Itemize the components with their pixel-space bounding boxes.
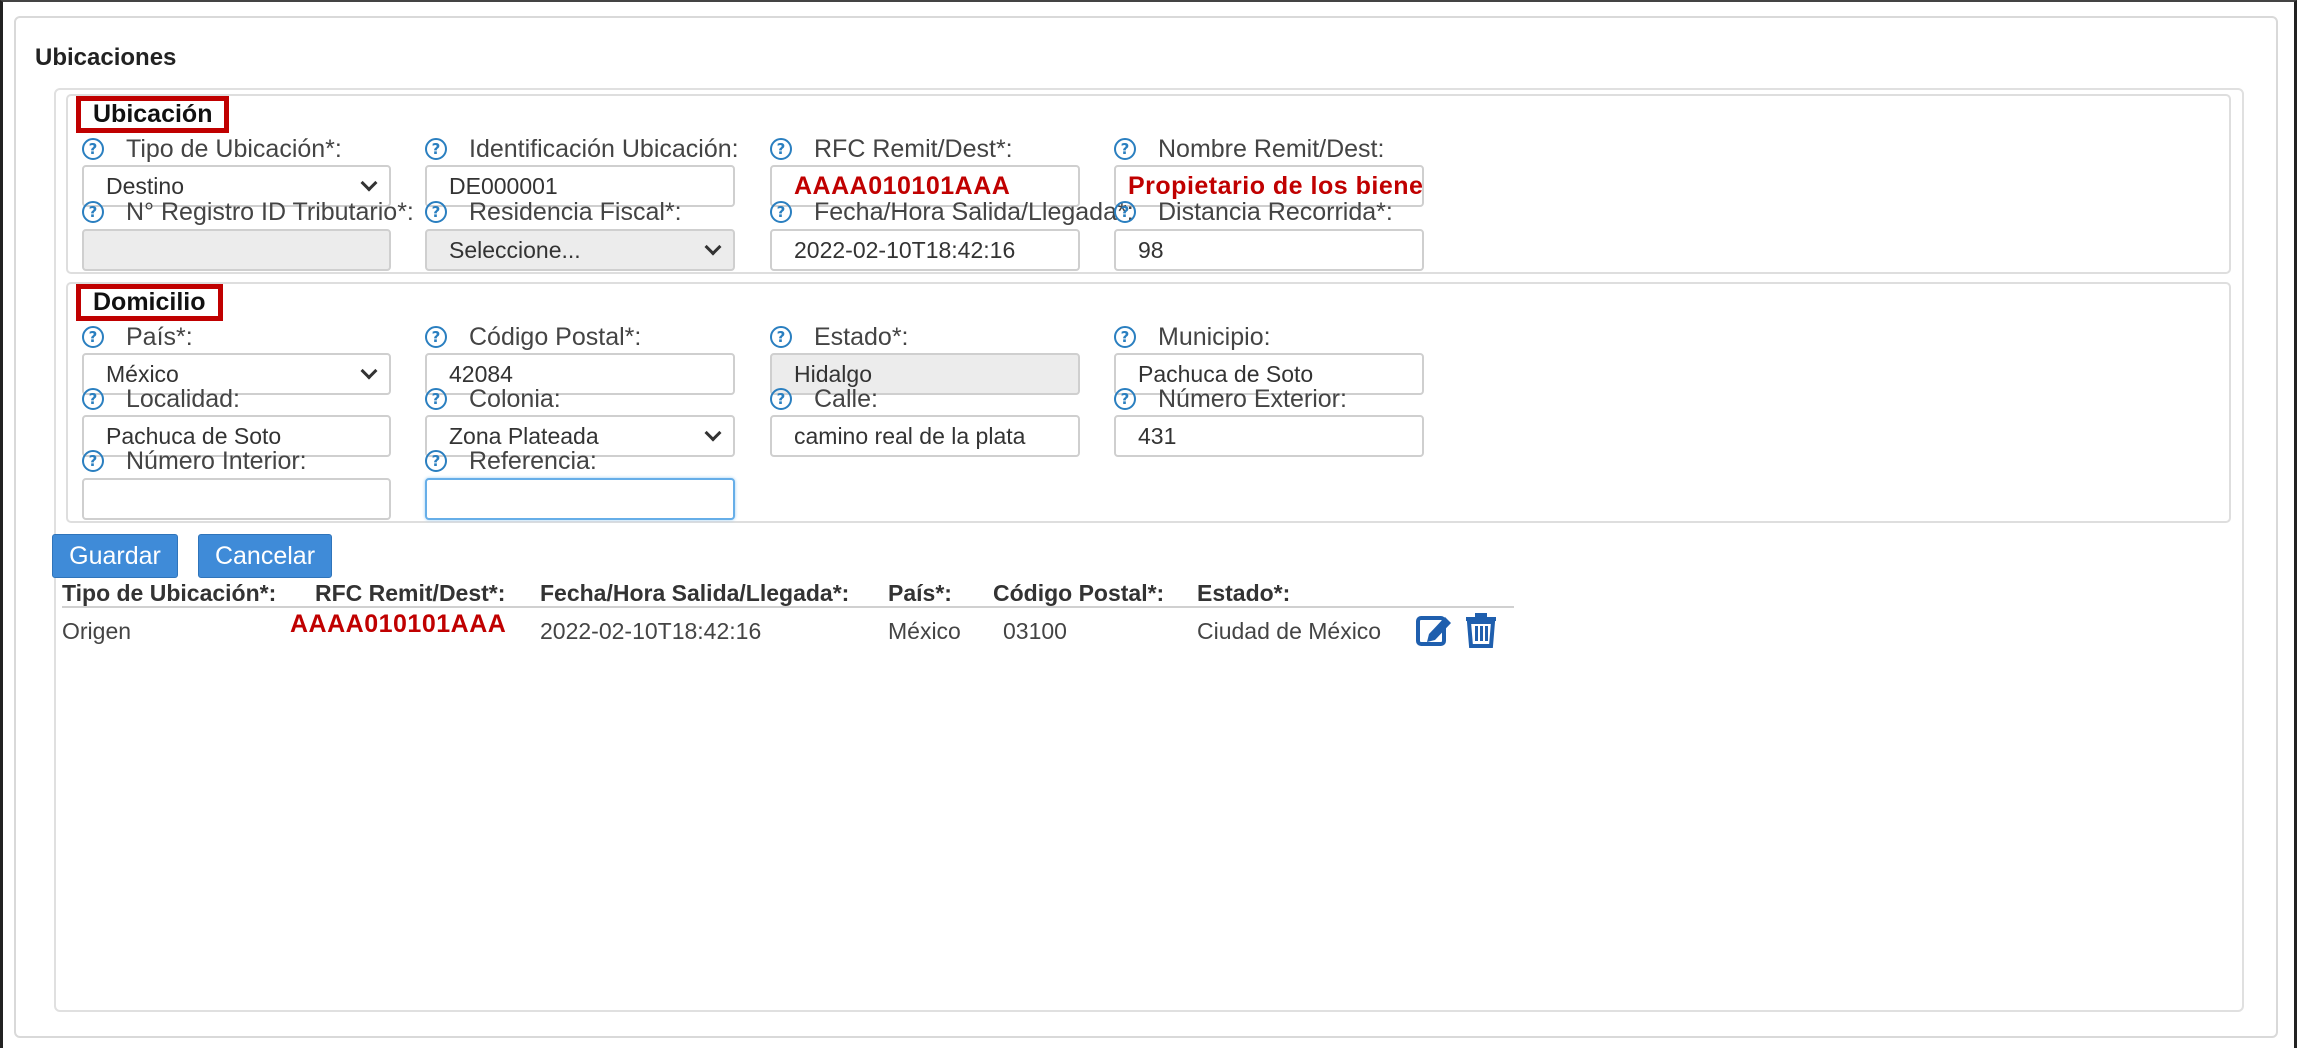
help-icon[interactable]: ? [770, 326, 792, 348]
nombre-label: ? Nombre Remit/Dest: [1114, 134, 1384, 164]
th-rfc: RFC Remit/Dest*: [315, 580, 506, 606]
chevron-down-icon [360, 362, 378, 380]
registro-input[interactable] [82, 229, 391, 271]
help-icon[interactable]: ? [770, 388, 792, 410]
fecha-value: 2022-02-10T18:42:16 [794, 236, 1016, 263]
help-icon[interactable]: ? [425, 450, 447, 472]
td-estado: Ciudad de México [1197, 618, 1382, 644]
municipio-label: ? Municipio: [1114, 322, 1271, 352]
help-icon[interactable]: ? [82, 138, 104, 160]
tipo-ubicacion-value: Destino [106, 172, 184, 199]
registro-label: ? N° Registro ID Tributario*: [82, 197, 414, 227]
localidad-label: ? Localidad: [82, 384, 240, 414]
distancia-label: ? Distancia Recorrida*: [1114, 197, 1393, 227]
guardar-button[interactable]: Guardar [52, 534, 178, 578]
help-icon[interactable]: ? [425, 326, 447, 348]
td-cp: 03100 [1003, 618, 1067, 644]
panel-title: Ubicaciones [35, 44, 177, 71]
numint-input[interactable] [82, 478, 391, 520]
th-cp: Código Postal*: [993, 580, 1165, 606]
td-pais: México [888, 618, 961, 644]
help-icon[interactable]: ? [1114, 138, 1136, 160]
trash-icon[interactable] [1464, 612, 1498, 648]
help-icon[interactable]: ? [82, 450, 104, 472]
th-pais: País*: [888, 580, 952, 606]
help-icon[interactable]: ? [1114, 388, 1136, 410]
help-icon[interactable]: ? [1114, 326, 1136, 348]
calle-label: ? Calle: [770, 384, 878, 414]
pais-label: ? País*: [82, 322, 193, 352]
cancelar-button[interactable]: Cancelar [198, 534, 332, 578]
colonia-label: ? Colonia: [425, 384, 561, 414]
help-icon[interactable]: ? [770, 201, 792, 223]
help-icon[interactable]: ? [425, 388, 447, 410]
numext-input[interactable]: 431 [1114, 415, 1424, 457]
rfc-label: ? RFC Remit/Dest*: [770, 134, 1013, 164]
fecha-label: ? Fecha/Hora Salida/Llegada*: [770, 197, 1134, 227]
chevron-down-icon [704, 238, 722, 256]
table-divider [62, 606, 1514, 608]
help-icon[interactable]: ? [82, 326, 104, 348]
td-rfc: AAAA010101AAA [290, 610, 507, 638]
domicilio-legend: Domicilio [76, 284, 223, 321]
th-tipo-ubicacion: Tipo de Ubicación*: [62, 580, 277, 606]
distancia-input[interactable]: 98 [1114, 229, 1424, 271]
th-fecha: Fecha/Hora Salida/Llegada*: [540, 580, 850, 606]
numext-value: 431 [1138, 422, 1177, 449]
identificacion-value: DE000001 [449, 172, 558, 199]
estado-label: ? Estado*: [770, 322, 909, 352]
tipo-ubicacion-label: ? Tipo de Ubicación*: [82, 134, 342, 164]
referencia-input[interactable] [425, 478, 735, 520]
help-icon[interactable]: ? [425, 201, 447, 223]
help-icon[interactable]: ? [82, 388, 104, 410]
distancia-value: 98 [1138, 236, 1164, 263]
calle-value: camino real de la plata [794, 422, 1026, 449]
chevron-down-icon [704, 424, 722, 442]
referencia-label: ? Referencia: [425, 446, 597, 476]
td-fecha: 2022-02-10T18:42:16 [540, 618, 762, 644]
residencia-value: Seleccione... [449, 236, 581, 263]
residencia-select[interactable]: Seleccione... [425, 229, 735, 271]
chevron-down-icon [360, 174, 378, 192]
cp-label: ? Código Postal*: [425, 322, 641, 352]
help-icon[interactable]: ? [82, 201, 104, 223]
numint-label: ? Número Interior: [82, 446, 307, 476]
help-icon[interactable]: ? [425, 138, 447, 160]
ubicacion-legend: Ubicación [76, 96, 230, 133]
residencia-label: ? Residencia Fiscal*: [425, 197, 682, 227]
numext-label: ? Número Exterior: [1114, 384, 1347, 414]
edit-icon[interactable] [1415, 612, 1453, 648]
help-icon[interactable]: ? [1114, 201, 1136, 223]
th-estado: Estado*: [1197, 580, 1291, 606]
identificacion-label: ? Identificación Ubicación: [425, 134, 739, 164]
help-icon[interactable]: ? [770, 138, 792, 160]
calle-input[interactable]: camino real de la plata [770, 415, 1080, 457]
fecha-input[interactable]: 2022-02-10T18:42:16 [770, 229, 1080, 271]
td-tipo-ubicacion: Origen [62, 618, 132, 644]
